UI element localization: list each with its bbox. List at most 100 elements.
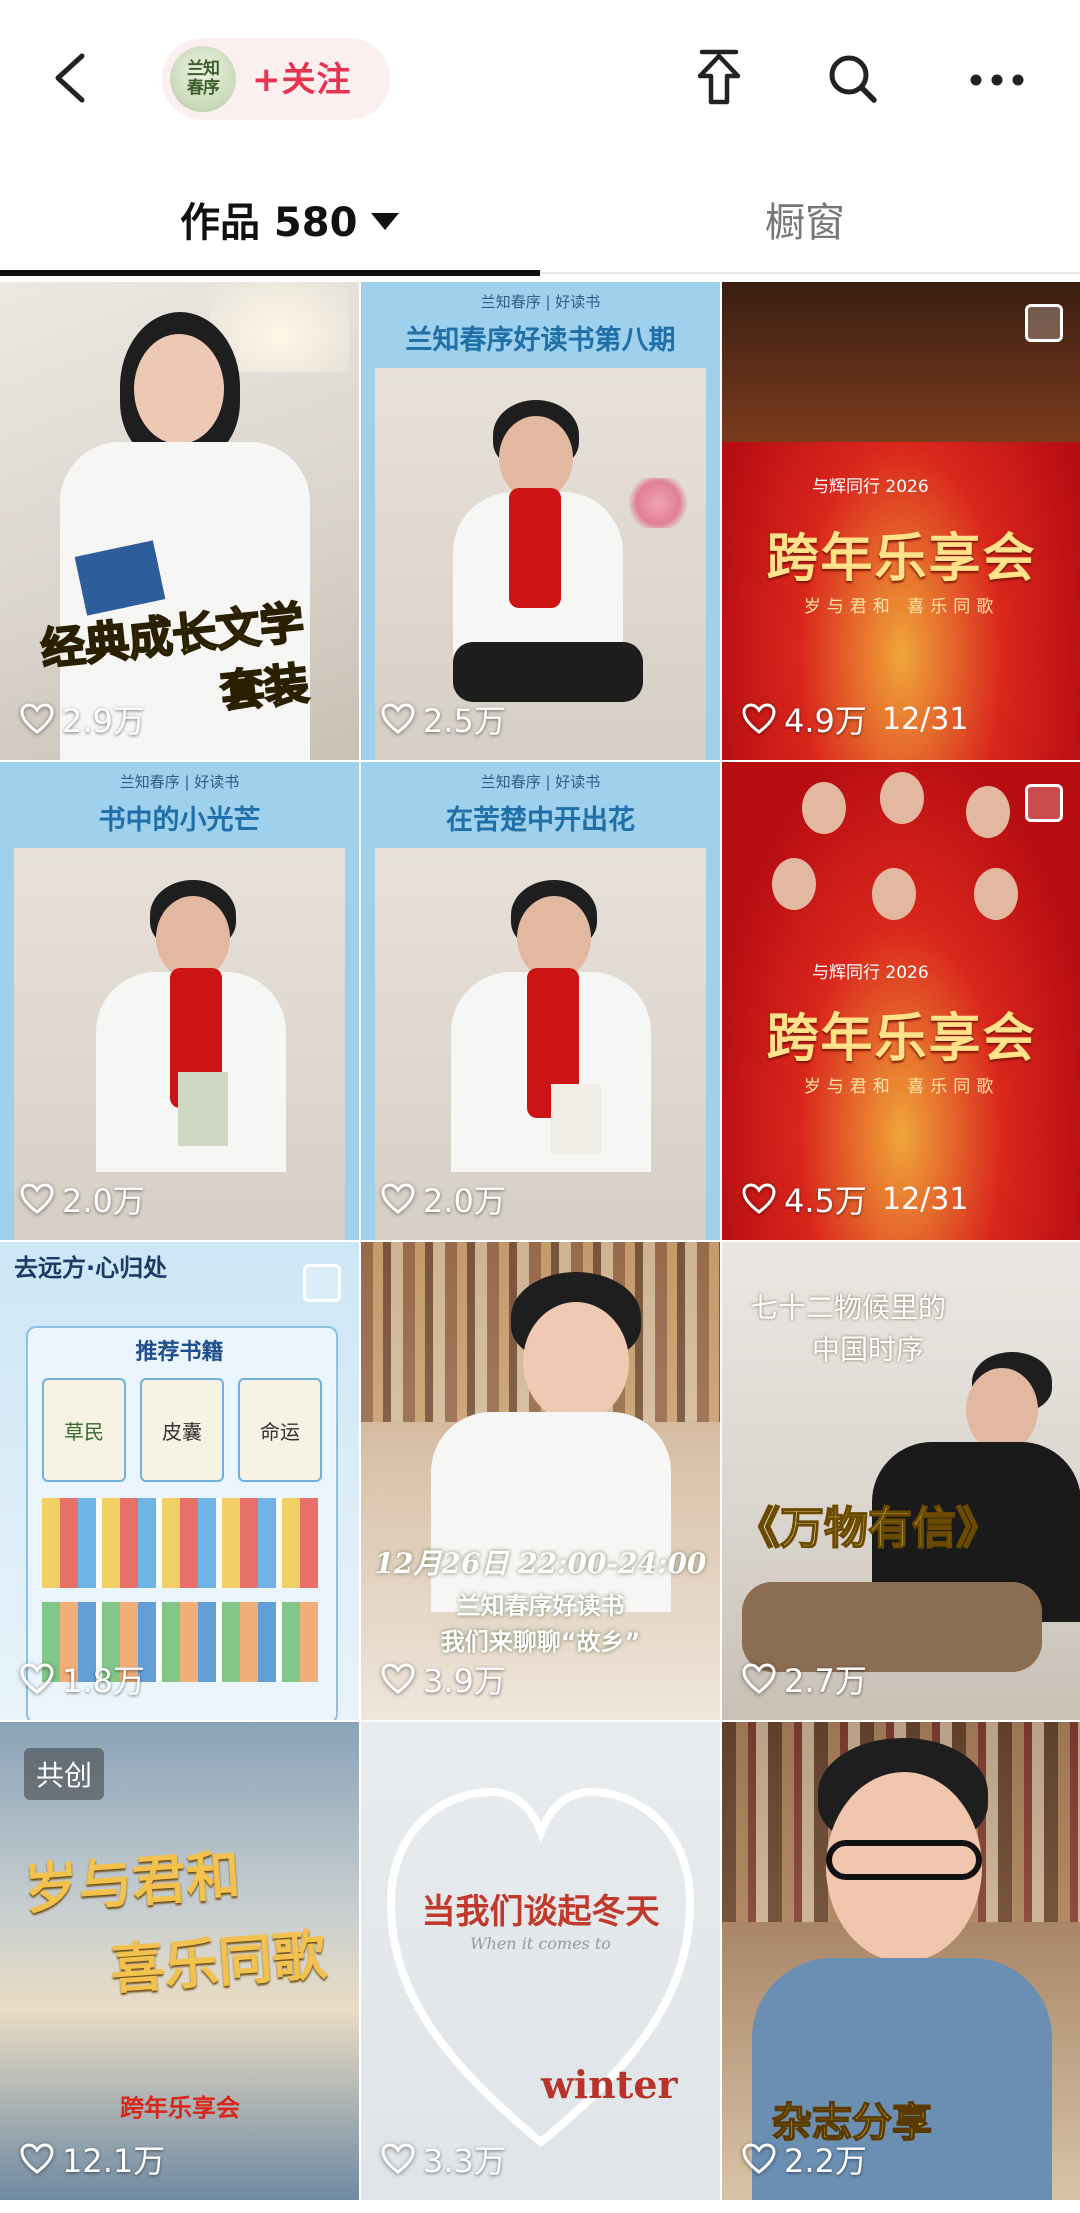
like-count: 12.1万	[20, 2136, 165, 2182]
video-top-label: 兰知春序 | 好读书	[119, 773, 240, 791]
like-count-text: 2.9万	[62, 702, 145, 740]
video-card-2[interactable]: 兰知春序 | 好读书 兰知春序好读书第八期 2.5万	[361, 282, 720, 760]
tab-window[interactable]: 橱窗	[765, 190, 845, 248]
video-card-1[interactable]: 经典成长文学 套装 2.9万	[0, 282, 359, 760]
like-count-text: 2.0万	[62, 1182, 145, 1220]
like-count-text: 4.9万	[784, 702, 867, 740]
like-count: 2.0万	[20, 1176, 145, 1222]
follow-button[interactable]: +关注	[252, 52, 352, 101]
like-count: 2.7万	[742, 1656, 867, 1702]
like-count: 2.2万	[742, 2136, 867, 2182]
like-count-text: 2.0万	[423, 1182, 506, 1220]
avatar-text: 兰知春序	[187, 59, 220, 98]
headline-line-1: 七十二物候里的	[750, 1291, 947, 1324]
poster-word: winter	[541, 2062, 678, 2107]
heart-icon	[381, 703, 415, 734]
like-count-text: 3.3万	[423, 2142, 506, 2180]
share-icon	[697, 49, 741, 105]
book-title-banner: 《万物有信》	[735, 1502, 1001, 1555]
share-button[interactable]	[684, 44, 754, 114]
event-logo: 跨年乐享会	[120, 2093, 240, 2122]
video-card-7[interactable]: 去远方·心归处 推荐书籍 草民 皮囊 命运 1.8万	[0, 1242, 359, 1720]
like-count-text: 12.1万	[62, 2142, 166, 2180]
video-card-9[interactable]: 七十二物候里的 中国时序 《万物有信》 2.7万	[722, 1242, 1080, 1720]
back-icon	[55, 53, 85, 103]
heart-icon	[381, 1663, 415, 1694]
like-count-text: 2.5万	[423, 702, 506, 740]
video-card-11[interactable]: 当我们谈起冬天 When it comes to winter 3.3万	[361, 1722, 720, 2200]
avatar[interactable]: 兰知春序	[170, 46, 236, 112]
co-create-badge: 共创	[24, 1748, 105, 1800]
video-card-10[interactable]: 共创 岁与君和 喜乐同歌 跨年乐享会 12.1万	[0, 1722, 359, 2200]
book-prop	[551, 1084, 601, 1154]
person-scarf	[509, 488, 561, 608]
festival-tag: 与辉同行 2026	[812, 477, 929, 497]
tab-works[interactable]: 作品 580	[180, 190, 400, 248]
search-icon	[829, 55, 877, 103]
profile-tabs: 作品 580 橱窗	[0, 160, 1080, 278]
heart-icon	[742, 1663, 776, 1694]
video-card-5[interactable]: 兰知春序 | 好读书 在苦楚中开出花 2.0万	[361, 762, 720, 1240]
person-face	[966, 1368, 1038, 1452]
heart-icon	[742, 2143, 776, 2174]
book-item: 皮囊	[140, 1378, 224, 1482]
person-face	[134, 334, 224, 444]
video-title: 书中的小光芒	[98, 805, 261, 836]
like-count-text: 2.7万	[784, 1662, 867, 1700]
video-title: 兰知春序好读书第八期	[405, 325, 676, 356]
book-set-row	[42, 1498, 318, 1588]
heart-icon	[20, 2143, 54, 2174]
video-title: 在苦楚中开出花	[446, 805, 635, 836]
more-icon	[970, 74, 1024, 86]
heart-icon	[20, 1663, 54, 1694]
multi-image-icon	[1025, 304, 1063, 342]
video-card-6[interactable]: 与辉同行 2026 跨年乐享会 岁与君和 喜乐同歌 12/31 4.5万	[722, 762, 1080, 1240]
video-card-3[interactable]: 与辉同行 2026 跨年乐享会 岁与君和 喜乐同歌 12/31 4.9万	[722, 282, 1080, 760]
flower-vase	[623, 478, 693, 528]
book-prop	[178, 1072, 228, 1146]
like-count: 2.5万	[381, 696, 506, 742]
festival-subtitle: 岁与君和 喜乐同歌	[803, 597, 1000, 617]
festival-subtitle: 岁与君和 喜乐同歌	[803, 1077, 1000, 1097]
video-card-12[interactable]: 杂志分享 2.2万	[722, 1722, 1080, 2200]
video-caption-2: 套装	[217, 658, 312, 720]
like-count: 3.9万	[381, 1656, 506, 1702]
more-button[interactable]	[962, 44, 1032, 114]
festival-title: 跨年乐享会	[766, 528, 1037, 589]
like-count: 2.0万	[381, 1176, 506, 1222]
festival-title: 跨年乐享会	[766, 1008, 1037, 1069]
schedule-text: 12月26日 22:00-24:00	[374, 1547, 707, 1580]
like-count: 4.5万	[742, 1176, 867, 1222]
multi-image-icon	[303, 1264, 341, 1302]
like-count: 3.3万	[381, 2136, 506, 2182]
glasses	[826, 1840, 982, 1880]
like-count: 4.9万	[742, 696, 867, 742]
heart-outline-icon	[386, 1787, 695, 2148]
account-follow-pill[interactable]: 兰知春序 +关注	[162, 38, 390, 120]
festival-date: 12/31	[882, 1182, 969, 1217]
tab-works-label: 作品 580	[180, 200, 358, 246]
person-face	[523, 1302, 629, 1422]
like-count: 1.8万	[20, 1656, 145, 1702]
video-card-4[interactable]: 兰知春序 | 好读书 书中的小光芒 2.0万	[0, 762, 359, 1240]
person-sweater	[431, 1412, 671, 1612]
festival-tag: 与辉同行 2026	[812, 963, 929, 983]
calligraphy-line-2: 喜乐同歌	[108, 1922, 329, 2002]
poster-title: 当我们谈起冬天	[421, 1892, 660, 1932]
calligraphy-line-1: 岁与君和	[22, 1842, 243, 1922]
like-count-text: 4.5万	[784, 1182, 867, 1220]
book-item: 命运	[238, 1378, 322, 1482]
book-title: 命运	[260, 1419, 300, 1444]
book-title: 草民	[64, 1419, 104, 1444]
poster-subtitle: When it comes to	[470, 1934, 611, 1953]
video-card-8[interactable]: 12月26日 22:00-24:00 兰知春序好读书 我们来聊聊“故乡” 3.9…	[361, 1242, 720, 1720]
book-title: 皮囊	[162, 1419, 202, 1444]
search-button[interactable]	[818, 44, 888, 114]
like-count: 2.9万	[20, 696, 145, 742]
caret-down-icon	[371, 212, 400, 230]
active-tab-indicator	[0, 270, 540, 276]
performer-group	[742, 772, 1062, 962]
back-button[interactable]	[44, 48, 104, 108]
heart-icon	[20, 703, 54, 734]
video-top-label: 去远方·心归处	[14, 1254, 168, 1282]
